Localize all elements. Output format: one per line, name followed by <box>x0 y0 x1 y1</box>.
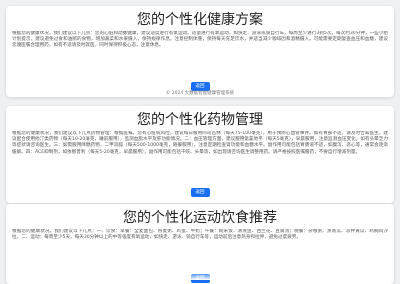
medication-back-button[interactable]: 返回 <box>190 188 210 197</box>
exercise-diet-title: 您的个性化运动饮食推荐 <box>123 210 277 226</box>
medication-text: 根据您的健康状况，我们建议以下几点药物管理：根据医嘱，您有心脏病风险，建议每日服… <box>12 131 388 155</box>
bottom-fade <box>6 272 394 280</box>
health-plan-text: 根据您的健康状况，我们建议以下几点：您的心脏和动脉健康，建议适度进行有氧运动。适… <box>12 31 388 49</box>
medication-card: 您的个性化药物管理 根据您的健康状况，我们建议以下几点药物管理：根据医嘱，您有心… <box>6 106 394 203</box>
page-footer: © 2024 大数据智能健康管理系统 <box>165 91 235 96</box>
health-plan-back-button[interactable]: 返回 <box>190 82 210 91</box>
health-plan-title: 您的个性化健康方案 <box>137 12 263 28</box>
exercise-diet-text: 根据您的健康状况，我们建议以下几点：一、饮食：早餐：全麦面包、燕麦粥、鸡蛋、牛奶… <box>12 229 388 241</box>
health-plan-card: 您的个性化健康方案 根据您的健康状况，我们建议以下几点：您的心脏和动脉健康，建议… <box>6 6 394 97</box>
medication-title: 您的个性化药物管理 <box>137 112 263 128</box>
